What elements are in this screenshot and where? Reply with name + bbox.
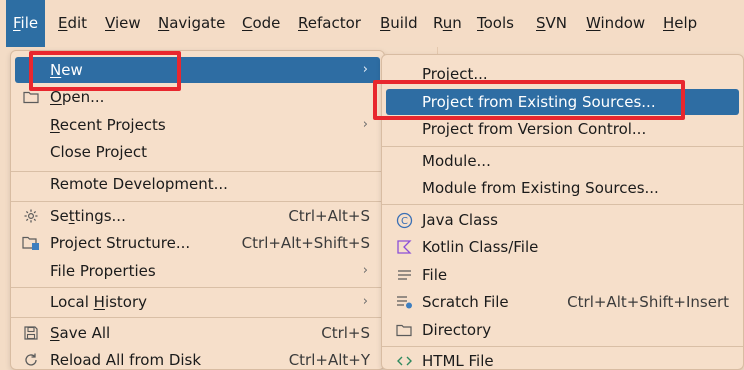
submenu-arrow-icon: › [362,263,368,278]
menu-item-project-structure[interactable]: Project Structure... Ctrl+Alt+Shift+S [15,230,380,256]
menu-refactor[interactable]: Refactor [291,0,368,47]
menu-navigate[interactable]: Navigate [151,0,232,47]
menu-item-reload-all[interactable]: Reload All from Disk Ctrl+Alt+Y [15,347,380,369]
submenu-arrow-icon: › [362,62,368,77]
menu-item-save-all[interactable]: Save All Ctrl+S [15,320,380,346]
file-menu: New › Open... Recent Projects › Close Pr… [10,50,385,370]
menu-separator [11,317,384,318]
kotlin-icon [395,238,413,256]
menu-separator [11,287,384,288]
gear-icon [22,207,40,225]
menu-item-remote-development[interactable]: Remote Development... [15,171,380,197]
folder-icon [395,321,413,339]
menu-tools[interactable]: Tools [470,0,521,47]
menu-item-scratch-file[interactable]: Scratch File Ctrl+Alt+Shift+Insert [386,289,739,315]
menu-separator [11,201,384,202]
menu-item-java-class[interactable]: C Java Class [386,207,739,233]
menu-view[interactable]: View [98,0,148,47]
highlight-new [29,51,181,91]
menu-run[interactable]: Run [426,0,469,47]
save-icon [22,324,40,342]
scratch-file-icon [395,293,413,311]
menu-item-html-file[interactable]: HTML File [386,348,739,369]
menu-file[interactable]: File [6,0,46,47]
java-class-icon: C [395,211,413,229]
menu-code[interactable]: Code [235,0,287,47]
menu-item-settings[interactable]: Settings... Ctrl+Alt+S [15,203,380,229]
menu-item-kotlin-class[interactable]: Kotlin Class/File [386,234,739,260]
menu-separator [382,346,743,347]
menu-bar: File Edit View Navigate Code Refactor Bu… [0,0,744,47]
submenu-arrow-icon: › [362,294,368,309]
menu-svn[interactable]: SVN [529,0,574,47]
menu-item-directory[interactable]: Directory [386,317,739,343]
svg-text:C: C [401,216,408,227]
menu-item-close-project[interactable]: Close Project [15,139,380,165]
menu-item-file[interactable]: File [386,262,739,288]
project-structure-icon [22,234,40,252]
menu-separator [382,204,743,205]
menu-item-module-from-existing-sources[interactable]: Module from Existing Sources... [386,175,739,201]
menu-build[interactable]: Build [373,0,425,47]
menu-window[interactable]: Window [579,0,652,47]
menu-item-local-history[interactable]: Local History › [15,289,380,315]
menu-item-file-properties[interactable]: File Properties › [15,258,380,284]
menu-item-recent-projects[interactable]: Recent Projects › [15,112,380,138]
html-icon [395,352,413,369]
file-lines-icon [395,266,413,284]
reload-icon [22,351,40,369]
menu-separator [382,146,743,147]
submenu-arrow-icon: › [362,117,368,132]
menu-item-module[interactable]: Module... [386,148,739,174]
menu-edit[interactable]: Edit [51,0,94,47]
highlight-project-from-existing-sources [373,80,685,120]
menu-help[interactable]: Help [656,0,704,47]
